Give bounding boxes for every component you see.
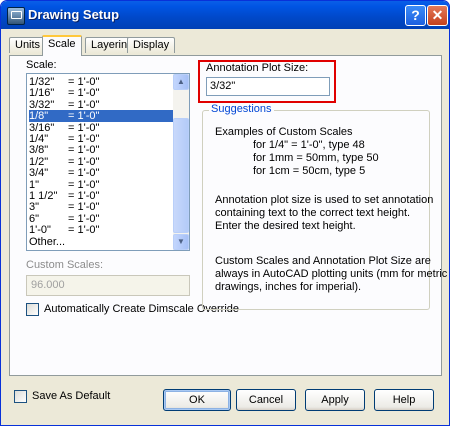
- scale-item-size: 1/2": [29, 155, 49, 168]
- annotation-plot-size-input[interactable]: 3/32": [206, 77, 330, 96]
- scale-item-size: 1": [29, 178, 40, 191]
- title-bar[interactable]: Drawing Setup ? ✕: [1, 1, 449, 29]
- scale-item-size: 3/4": [29, 167, 49, 180]
- scrollbar-thumb[interactable]: [173, 118, 189, 233]
- scale-item-ratio: = 1'-0": [68, 212, 100, 225]
- scale-listbox[interactable]: 1/32" = 1'-0" 1/16" = 1'-0" 3/32" = 1'-0" 1/8"…: [26, 73, 190, 251]
- scale-item-ratio: = 1'-0": [68, 110, 100, 123]
- drawing-setup-dialog: Drawing Setup ? ✕ Units Scale Layering D…: [0, 0, 450, 426]
- scale-item-ratio: = 1'-0": [68, 121, 100, 134]
- tab-display[interactable]: Display: [127, 37, 176, 53]
- help-title-button[interactable]: ?: [405, 5, 426, 26]
- scale-item-size: 1/8": [29, 110, 49, 123]
- scroll-up-icon[interactable]: ▲: [173, 74, 189, 90]
- scale-list-item[interactable]: 1/2" = 1'-0": [29, 156, 175, 168]
- scale-item-ratio: = 1'-0": [68, 155, 100, 168]
- scale-item-size: Other...: [29, 235, 66, 248]
- custom-scales-label: Custom Scales:: [26, 259, 104, 271]
- scale-item-size: 3/16": [29, 121, 55, 134]
- scale-item-ratio: = 1'-0": [68, 144, 100, 157]
- scale-list-item[interactable]: 1 1/2" = 1'-0": [29, 190, 175, 202]
- scale-list-item[interactable]: 1/8" = 1'-0": [29, 110, 175, 123]
- scale-item-size: 3": [29, 201, 40, 214]
- help-button[interactable]: Help: [374, 389, 434, 411]
- scale-list-item[interactable]: 3/16" = 1'-0": [29, 122, 175, 134]
- scale-list-item[interactable]: 1" = 1'-0": [29, 179, 175, 191]
- scale-item-ratio: = 1'-0": [68, 201, 100, 214]
- scale-item-size: 3/32": [29, 98, 55, 111]
- example-line: for 1mm = 50mm, type 50: [253, 152, 379, 164]
- scale-item-size: 6": [29, 212, 40, 225]
- tab-units[interactable]: Units: [9, 37, 47, 53]
- window-title: Drawing Setup: [28, 7, 120, 22]
- scale-list-item[interactable]: 3/32" = 1'-0": [29, 99, 175, 111]
- app-icon: [7, 7, 25, 25]
- scroll-down-icon[interactable]: ▼: [173, 234, 189, 250]
- suggestions-title: Suggestions: [209, 103, 274, 115]
- scale-item-size: 3/8": [29, 144, 49, 157]
- scale-list-item[interactable]: 1/32" = 1'-0": [29, 76, 175, 88]
- scale-tab-panel: Scale: 1/32" = 1'-0" 1/16" = 1'-0" 3/32" = 1'…: [9, 55, 447, 376]
- examples-heading: Examples of Custom Scales: [215, 126, 353, 138]
- scale-item-ratio: = 1'-0": [68, 190, 100, 202]
- example-line: for 1cm = 50cm, type 5: [253, 165, 366, 177]
- scale-list-item[interactable]: 3/8" = 1'-0": [29, 144, 175, 156]
- listbox-scrollbar[interactable]: ▲ ▼: [173, 74, 189, 250]
- close-button[interactable]: ✕: [427, 5, 448, 26]
- custom-scales-field: 96.000: [26, 275, 190, 296]
- suggestion-text: Enter the desired text height.: [215, 220, 356, 232]
- suggestion-text: Custom Scales and Annotation Plot Size a…: [215, 255, 431, 267]
- suggestion-text: Annotation plot size is used to set anno…: [215, 194, 434, 206]
- apply-button[interactable]: Apply: [305, 389, 365, 411]
- dimscale-override-checkbox[interactable]: [26, 303, 39, 316]
- scale-list-item[interactable]: 3" = 1'-0": [29, 201, 175, 213]
- scale-list-item[interactable]: 1'-0" = 1'-0": [29, 224, 175, 236]
- scale-item-size: 1/16": [29, 87, 55, 100]
- scale-item-ratio: = 1'-0": [68, 87, 100, 100]
- example-line: for 1/4" = 1'-0", type 48: [253, 139, 365, 151]
- scale-label: Scale:: [26, 59, 57, 71]
- scale-item-size: 1 1/2": [29, 190, 58, 202]
- annotation-plot-size-label: Annotation Plot Size:: [206, 62, 309, 74]
- scale-list-item[interactable]: 1/16" = 1'-0": [29, 87, 175, 99]
- scale-item-ratio: = 1'-0": [68, 76, 100, 88]
- scale-item-ratio: = 1'-0": [68, 98, 100, 111]
- suggestion-text: drawings, inches for imperial).: [215, 281, 362, 293]
- scale-list-item[interactable]: Other...: [29, 236, 175, 248]
- cancel-button[interactable]: Cancel: [236, 389, 296, 411]
- scale-list-item[interactable]: 6" = 1'-0": [29, 213, 175, 225]
- scale-list-item[interactable]: 3/4" = 1'-0": [29, 167, 175, 179]
- save-as-default-label[interactable]: Save As Default: [32, 390, 110, 402]
- scale-item-size: 1/32": [29, 76, 55, 88]
- suggestion-text: containing text to the correct text heig…: [215, 207, 411, 219]
- scale-item-size: 1'-0": [29, 224, 51, 237]
- scale-list-item[interactable]: 1/4" = 1'-0": [29, 133, 175, 145]
- scale-item-ratio: = 1'-0": [68, 178, 100, 191]
- scale-item-ratio: = 1'-0": [68, 133, 100, 145]
- scale-item-ratio: = 1'-0": [68, 167, 100, 180]
- save-as-default-checkbox[interactable]: [14, 390, 27, 403]
- tab-scale[interactable]: Scale: [42, 35, 82, 56]
- suggestion-text: always in AutoCAD plotting units (mm for…: [215, 268, 448, 280]
- scale-item-ratio: = 1'-0": [68, 224, 100, 237]
- scale-item-size: 1/4": [29, 133, 49, 145]
- ok-button[interactable]: OK: [163, 389, 231, 411]
